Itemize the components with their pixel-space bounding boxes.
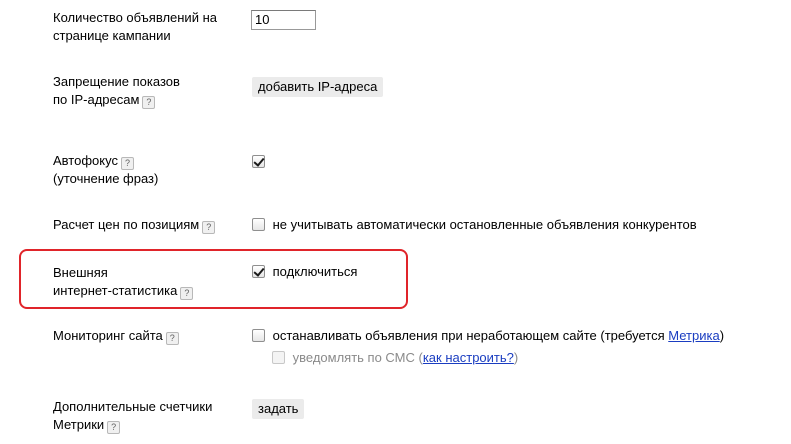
external-stats-help-icon[interactable]: ? — [180, 287, 194, 300]
external-stats-label-line2: интернет-статистика — [53, 283, 178, 298]
external-stats-label-line1: Внешняя — [53, 265, 108, 280]
external-stats-checkbox[interactable] — [252, 265, 265, 278]
add-ip-addresses-button[interactable]: добавить IP-адреса — [252, 77, 384, 97]
extra-counters-label: Дополнительные счетчики Метрики? — [53, 398, 212, 434]
extra-counters-help-icon[interactable]: ? — [107, 421, 121, 434]
site-monitoring-checkbox-label[interactable]: останавливать объявления при неработающе… — [273, 328, 669, 343]
autofocus-label: Автофокус? (уточнение фраз) — [53, 152, 158, 188]
autofocus-label-line2: (уточнение фраз) — [53, 171, 159, 186]
site-monitoring-checkbox[interactable] — [252, 329, 265, 342]
ads-per-page-input[interactable] — [251, 10, 316, 30]
external-stats-checkbox-label[interactable]: подключиться — [273, 264, 358, 279]
sms-notify-label: уведомлять по СМС ( — [292, 350, 423, 365]
extra-counters-label-line1: Дополнительные счетчики — [53, 399, 213, 414]
autofocus-help-icon[interactable]: ? — [120, 157, 134, 170]
metrika-link[interactable]: Метрика — [668, 328, 719, 343]
price-calc-label: Расчет цен по позициям? — [53, 216, 216, 234]
sms-notify-checkbox[interactable] — [272, 351, 285, 364]
extra-counters-label-line2: Метрики — [53, 417, 105, 432]
autofocus-label-line1: Автофокус — [53, 153, 118, 168]
ads-per-page-label: Количество объявлений на странице кампан… — [53, 9, 217, 45]
external-stats-label: Внешняя интернет-статистика? — [53, 264, 194, 300]
site-monitoring-label: Мониторинг сайта? — [53, 327, 179, 345]
site-monitoring-suffix: ) — [719, 328, 725, 343]
ip-block-label-line2: по IP-адресам — [53, 92, 140, 107]
sms-notify-suffix: ) — [513, 350, 519, 365]
price-calc-checkbox[interactable] — [252, 218, 265, 231]
ip-block-label: Запрещение показов по IP-адресам? — [53, 73, 180, 109]
autofocus-checkbox[interactable] — [252, 155, 265, 168]
ip-block-label-line1: Запрещение показов — [53, 74, 180, 89]
price-calc-label-text: Расчет цен по позициям — [53, 217, 200, 232]
site-monitoring-label-text: Мониторинг сайта — [53, 328, 163, 343]
price-calc-checkbox-label[interactable]: не учитывать автоматически остановленные… — [273, 217, 697, 232]
ads-per-page-label-line2: странице кампании — [53, 28, 171, 43]
how-to-configure-link[interactable]: как настроить? — [423, 350, 514, 365]
site-monitoring-help-icon[interactable]: ? — [165, 332, 179, 345]
ip-block-help-icon[interactable]: ? — [142, 96, 156, 109]
set-counters-button[interactable]: задать — [252, 399, 305, 419]
price-calc-help-icon[interactable]: ? — [202, 221, 216, 234]
ads-per-page-label-line1: Количество объявлений на — [53, 10, 217, 25]
